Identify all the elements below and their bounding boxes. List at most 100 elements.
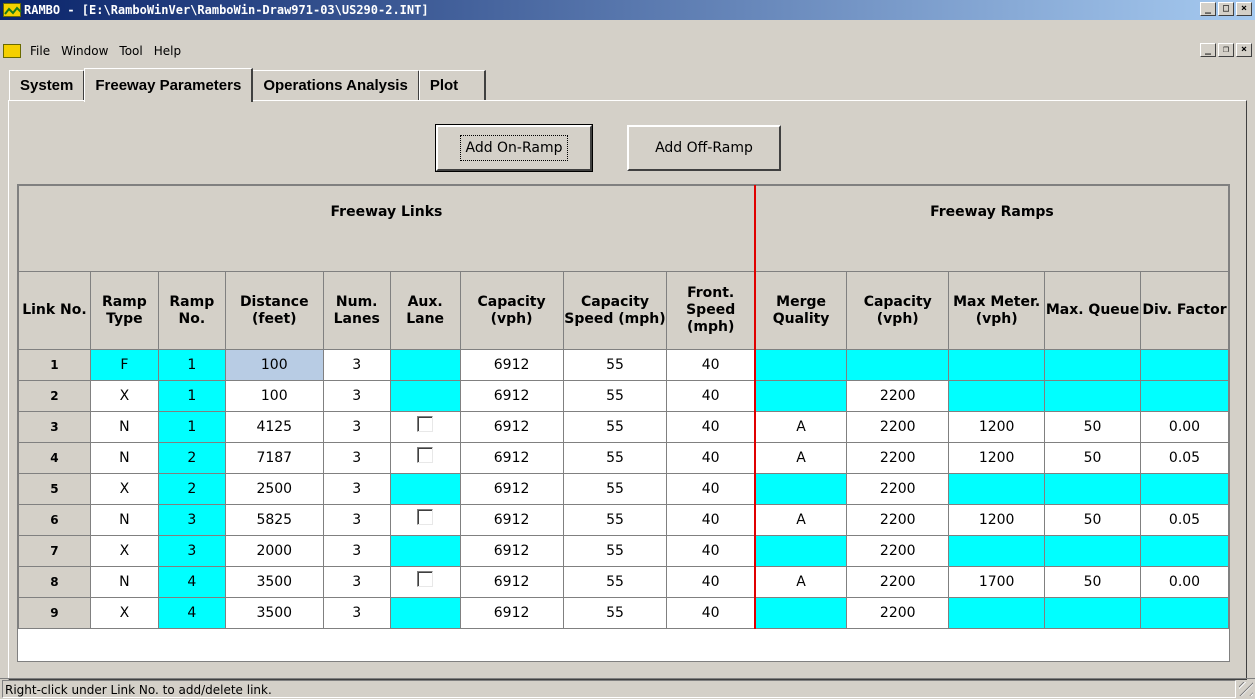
ramp-type-cell[interactable]: X xyxy=(89,473,159,505)
front-speed-cell[interactable]: 40 xyxy=(666,349,756,381)
col-ramp-capacity[interactable]: Capacity (vph) xyxy=(846,271,950,350)
ramp-no-cell[interactable]: 4 xyxy=(157,597,226,629)
capacity-speed-cell[interactable]: 55 xyxy=(562,411,668,443)
front-speed-cell[interactable]: 40 xyxy=(666,442,756,474)
max-queue-cell[interactable] xyxy=(1044,473,1141,505)
max-meter-cell[interactable] xyxy=(948,473,1046,505)
ramp-capacity-cell[interactable]: 2200 xyxy=(846,597,950,629)
ramp-no-cell[interactable]: 3 xyxy=(157,535,226,567)
front-speed-cell[interactable]: 40 xyxy=(666,473,756,505)
max-meter-cell[interactable] xyxy=(948,597,1046,629)
link-no-cell[interactable]: 7 xyxy=(18,535,91,567)
document-icon[interactable] xyxy=(3,44,21,58)
div-factor-cell[interactable] xyxy=(1139,535,1230,567)
front-speed-cell[interactable]: 40 xyxy=(666,535,756,567)
ramp-capacity-cell[interactable]: 2200 xyxy=(846,473,950,505)
num-lanes-cell[interactable]: 3 xyxy=(322,349,391,381)
max-queue-cell[interactable]: 50 xyxy=(1044,566,1141,598)
num-lanes-cell[interactable]: 3 xyxy=(322,535,391,567)
ramp-type-cell[interactable]: X xyxy=(89,380,159,412)
front-speed-cell[interactable]: 40 xyxy=(666,566,756,598)
app-icon[interactable] xyxy=(3,3,22,17)
aux-lane-checkbox[interactable] xyxy=(417,509,434,525)
aux-lane-checkbox[interactable] xyxy=(417,416,434,432)
capacity-speed-cell[interactable]: 55 xyxy=(562,504,668,536)
max-queue-cell[interactable] xyxy=(1044,380,1141,412)
aux-lane-cell[interactable] xyxy=(389,349,461,381)
num-lanes-cell[interactable]: 3 xyxy=(322,411,391,443)
capacity-cell[interactable]: 6912 xyxy=(459,473,564,505)
capacity-speed-cell[interactable]: 55 xyxy=(562,535,668,567)
ramp-no-cell[interactable]: 1 xyxy=(157,349,226,381)
ramp-capacity-cell[interactable]: 2200 xyxy=(846,411,950,443)
max-queue-cell[interactable] xyxy=(1044,597,1141,629)
num-lanes-cell[interactable]: 3 xyxy=(322,566,391,598)
col-link-no[interactable]: Link No. xyxy=(18,271,91,350)
aux-lane-cell[interactable] xyxy=(389,442,461,474)
max-meter-cell[interactable] xyxy=(948,380,1046,412)
front-speed-cell[interactable]: 40 xyxy=(666,504,756,536)
col-front-speed[interactable]: Front. Speed (mph) xyxy=(666,271,756,350)
minimize-button[interactable]: _ xyxy=(1200,2,1216,16)
capacity-cell[interactable]: 6912 xyxy=(459,535,564,567)
div-factor-cell[interactable]: 0.00 xyxy=(1139,411,1230,443)
distance-cell[interactable]: 3500 xyxy=(224,597,324,629)
ramp-no-cell[interactable]: 1 xyxy=(157,411,226,443)
maximize-button[interactable]: □ xyxy=(1218,2,1234,16)
front-speed-cell[interactable]: 40 xyxy=(666,411,756,443)
col-ramp-type[interactable]: Ramp Type xyxy=(89,271,159,350)
link-no-cell[interactable]: 1 xyxy=(18,349,91,381)
merge-quality-cell[interactable]: A xyxy=(753,411,848,443)
menu-help[interactable]: Help xyxy=(151,44,189,58)
div-factor-cell[interactable]: 0.05 xyxy=(1139,442,1230,474)
aux-lane-cell[interactable] xyxy=(389,597,461,629)
aux-lane-checkbox[interactable] xyxy=(417,571,434,587)
distance-cell[interactable]: 5825 xyxy=(224,504,324,536)
max-meter-cell[interactable]: 1200 xyxy=(948,411,1046,443)
div-factor-cell[interactable] xyxy=(1139,597,1230,629)
ramp-capacity-cell[interactable]: 2200 xyxy=(846,442,950,474)
ramp-capacity-cell[interactable] xyxy=(846,349,950,381)
merge-quality-cell[interactable] xyxy=(753,380,848,412)
capacity-cell[interactable]: 6912 xyxy=(459,504,564,536)
col-capacity-speed[interactable]: Capacity Speed (mph) xyxy=(562,271,668,350)
ramp-no-cell[interactable]: 1 xyxy=(157,380,226,412)
max-meter-cell[interactable]: 1200 xyxy=(948,504,1046,536)
merge-quality-cell[interactable] xyxy=(753,535,848,567)
tab-plot[interactable]: Plot xyxy=(418,70,487,100)
col-merge-quality[interactable]: Merge Quality xyxy=(753,271,848,350)
tab-operations-analysis[interactable]: Operations Analysis xyxy=(252,70,420,100)
tab-freeway-parameters[interactable]: Freeway Parameters xyxy=(84,68,254,102)
div-factor-cell[interactable]: 0.00 xyxy=(1139,566,1230,598)
ramp-type-cell[interactable]: F xyxy=(89,349,159,381)
ramp-type-cell[interactable]: X xyxy=(89,535,159,567)
merge-quality-cell[interactable] xyxy=(753,349,848,381)
ramp-type-cell[interactable]: N xyxy=(89,411,159,443)
distance-cell[interactable]: 2000 xyxy=(224,535,324,567)
capacity-speed-cell[interactable]: 55 xyxy=(562,380,668,412)
col-div-factor[interactable]: Div. Factor xyxy=(1139,271,1230,350)
link-no-cell[interactable]: 3 xyxy=(18,411,91,443)
ramp-capacity-cell[interactable]: 2200 xyxy=(846,566,950,598)
num-lanes-cell[interactable]: 3 xyxy=(322,597,391,629)
num-lanes-cell[interactable]: 3 xyxy=(322,380,391,412)
merge-quality-cell[interactable]: A xyxy=(753,504,848,536)
capacity-cell[interactable]: 6912 xyxy=(459,411,564,443)
add-on-ramp-button[interactable]: Add On-Ramp xyxy=(435,124,593,172)
link-no-cell[interactable]: 9 xyxy=(18,597,91,629)
merge-quality-cell[interactable]: A xyxy=(753,442,848,474)
front-speed-cell[interactable]: 40 xyxy=(666,597,756,629)
col-max-meter[interactable]: Max Meter. (vph) xyxy=(948,271,1046,350)
capacity-cell[interactable]: 6912 xyxy=(459,442,564,474)
freeway-grid[interactable]: Freeway Links Freeway Ramps Link No. Ram… xyxy=(17,184,1230,662)
capacity-speed-cell[interactable]: 55 xyxy=(562,473,668,505)
max-queue-cell[interactable] xyxy=(1044,349,1141,381)
add-off-ramp-button[interactable]: Add Off-Ramp xyxy=(627,125,781,171)
link-no-cell[interactable]: 8 xyxy=(18,566,91,598)
capacity-cell[interactable]: 6912 xyxy=(459,380,564,412)
link-no-cell[interactable]: 5 xyxy=(18,473,91,505)
mdi-restore-button[interactable]: ❐ xyxy=(1218,43,1234,57)
aux-lane-cell[interactable] xyxy=(389,566,461,598)
max-meter-cell[interactable]: 1200 xyxy=(948,442,1046,474)
ramp-no-cell[interactable]: 3 xyxy=(157,504,226,536)
